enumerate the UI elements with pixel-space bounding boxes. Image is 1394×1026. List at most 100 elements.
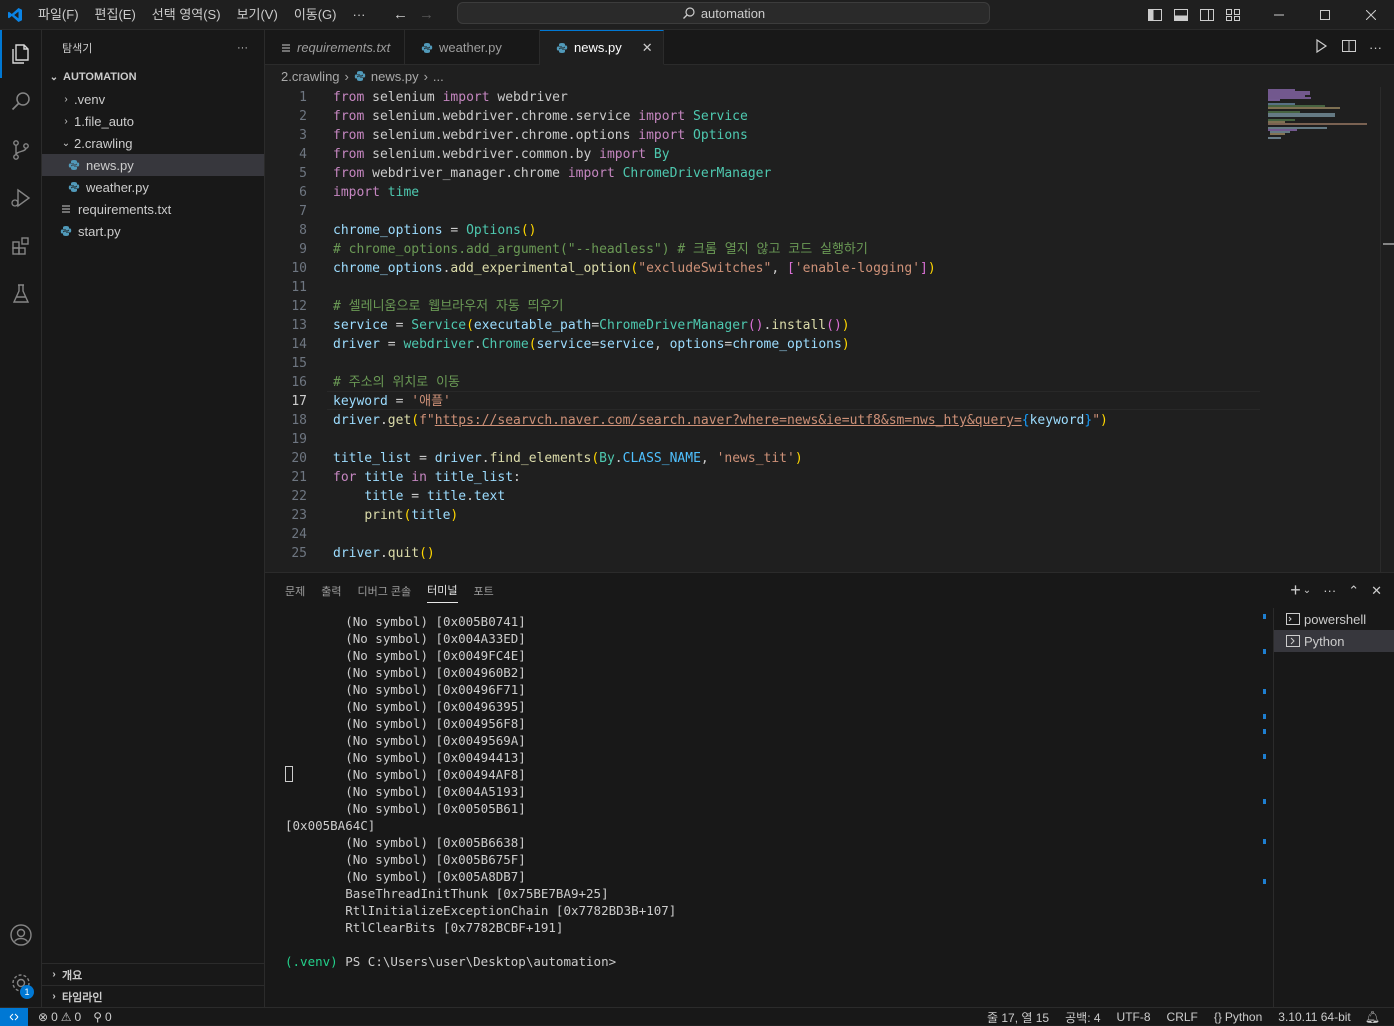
code-line[interactable]: 20 title_list = driver.find_elements(By.C…	[265, 449, 1260, 468]
line-ending[interactable]: CRLF	[1159, 1010, 1206, 1024]
menu-selection[interactable]: 선택 영역(S)	[144, 0, 229, 30]
terminal-line: (No symbol) [0x004A5193]	[285, 784, 526, 799]
search-view-icon[interactable]	[0, 78, 42, 126]
toggle-secondary-sidebar-icon[interactable]	[1194, 0, 1220, 30]
tab-weather-py[interactable]: weather.py	[405, 30, 540, 65]
code-line[interactable]: 4 from selenium.webdriver.common.by impor…	[265, 145, 1260, 164]
notifications-bell-icon[interactable]: 🔔︎	[1359, 1010, 1386, 1024]
code-line[interactable]: 22 title = title.text	[265, 487, 1260, 506]
file-news-py[interactable]: news.py	[42, 154, 264, 176]
more-actions-icon[interactable]: ···	[237, 42, 248, 54]
manage-gear-icon[interactable]: 1	[0, 959, 42, 1007]
code-editor[interactable]: 1 from selenium import webdriver 2 from sel…	[265, 87, 1394, 572]
terminal-output[interactable]: (No symbol) [0x005B0741] (No symbol) [0x…	[285, 613, 1255, 1003]
tab-debug-console[interactable]: 디버그 콘솔	[358, 573, 412, 608]
back-arrow-icon[interactable]: ←	[388, 6, 414, 23]
panel-more-icon[interactable]: ···	[1323, 583, 1336, 598]
code-line[interactable]: 23 print(title)	[265, 506, 1260, 525]
menu-file[interactable]: 파일(F)	[30, 0, 87, 30]
problems-status[interactable]: ⊗ 0 ⚠ 0	[32, 1010, 87, 1024]
new-terminal-icon[interactable]: +	[1290, 580, 1301, 601]
indentation[interactable]: 공백: 4	[1057, 1009, 1108, 1026]
chevron-down-icon[interactable]: ⌄	[1303, 585, 1311, 596]
close-tab-icon[interactable]: ✕	[642, 40, 653, 56]
tab-requirements-txt[interactable]: requirements.txt	[265, 30, 405, 65]
python-file-icon	[66, 159, 82, 171]
tab-problems[interactable]: 문제	[285, 573, 305, 608]
remote-indicator-icon[interactable]	[0, 1007, 28, 1026]
folder-crawling[interactable]: ⌄ 2.crawling	[42, 132, 264, 154]
code-line[interactable]: 1 from selenium import webdriver	[265, 88, 1260, 107]
file-start-py[interactable]: start.py	[42, 220, 264, 242]
code-line[interactable]: 12 # 셀레니움으로 웹브라우저 자동 띄우기	[265, 297, 1260, 316]
code-line[interactable]: 21 for title in title_list:	[265, 468, 1260, 487]
folder-venv[interactable]: › .venv	[42, 88, 264, 110]
code-line[interactable]: 16 # 주소의 위치로 이동	[265, 373, 1260, 392]
breadcrumb-file[interactable]: news.py	[371, 69, 419, 84]
close-window-icon[interactable]	[1348, 0, 1394, 30]
code-line[interactable]: 24	[265, 525, 1260, 544]
code-line[interactable]: 2 from selenium.webdriver.chrome.service …	[265, 107, 1260, 126]
source-control-icon[interactable]	[0, 126, 42, 174]
accounts-icon[interactable]	[0, 911, 42, 959]
menu-more[interactable]: ···	[345, 0, 374, 30]
run-debug-icon[interactable]	[0, 174, 42, 222]
tab-output[interactable]: 출력	[321, 573, 341, 608]
maximize-panel-icon[interactable]: ⌃	[1348, 583, 1359, 599]
tab-terminal[interactable]: 터미널	[427, 579, 458, 603]
timeline-section[interactable]: › 타임라인	[42, 985, 265, 1007]
extensions-icon[interactable]	[0, 222, 42, 270]
code-line[interactable]: 25 driver.quit()	[265, 544, 1260, 563]
terminal-item-python[interactable]: Python	[1274, 630, 1394, 652]
code-line[interactable]: 13 service = Service(executable_path=Chro…	[265, 316, 1260, 335]
code-line[interactable]: 6 import time	[265, 183, 1260, 202]
code-token: .	[614, 451, 623, 466]
maximize-icon[interactable]	[1302, 0, 1348, 30]
run-python-icon[interactable]	[1313, 38, 1329, 57]
command-center-search[interactable]: automation	[457, 2, 990, 24]
split-editor-icon[interactable]	[1341, 38, 1357, 57]
terminal-item-powershell[interactable]: powershell	[1274, 608, 1394, 630]
outline-section[interactable]: › 개요	[42, 963, 265, 985]
menu-edit[interactable]: 편집(E)	[87, 0, 144, 30]
cursor-position[interactable]: 줄 17, 열 15	[979, 1009, 1057, 1026]
workspace-root[interactable]: ⌄ AUTOMATION	[42, 66, 264, 88]
code-line[interactable]: 11	[265, 278, 1260, 297]
menu-go[interactable]: 이동(G)	[286, 0, 345, 30]
language-mode[interactable]: {} Python	[1206, 1010, 1270, 1024]
code-line[interactable]: 18 driver.get(f"https://searvch.naver.com…	[265, 411, 1260, 430]
explorer-icon[interactable]	[0, 30, 42, 78]
code-line[interactable]: 9 # chrome_options.add_argument("--headle…	[265, 240, 1260, 259]
breadcrumb-folder[interactable]: 2.crawling	[281, 69, 340, 84]
toggle-primary-sidebar-icon[interactable]	[1142, 0, 1168, 30]
menu-view[interactable]: 보기(V)	[229, 0, 286, 30]
minimize-icon[interactable]	[1256, 0, 1302, 30]
code-line[interactable]: 14 driver = webdriver.Chrome(service=serv…	[265, 335, 1260, 354]
breadcrumb-symbol[interactable]: ...	[433, 69, 444, 84]
code-line[interactable]: 19	[265, 430, 1260, 449]
customize-layout-icon[interactable]	[1220, 0, 1246, 30]
code-line[interactable]: 15	[265, 354, 1260, 373]
tab-ports[interactable]: 포트	[474, 573, 494, 608]
editor-scrollbar[interactable]	[1380, 87, 1394, 572]
python-interpreter[interactable]: 3.10.11 64-bit	[1270, 1010, 1359, 1024]
forward-arrow-icon[interactable]: →	[414, 6, 440, 23]
code-line[interactable]: 7	[265, 202, 1260, 221]
tab-news-py[interactable]: news.py ✕	[540, 30, 664, 65]
folder-file-auto[interactable]: › 1.file_auto	[42, 110, 264, 132]
warning-count: 0	[74, 1009, 82, 1024]
ports-status[interactable]: ⚲ 0	[87, 1010, 117, 1024]
editor-more-icon[interactable]: ···	[1369, 40, 1382, 55]
code-line[interactable]: 3 from selenium.webdriver.chrome.options …	[265, 126, 1260, 145]
file-weather-py[interactable]: weather.py	[42, 176, 264, 198]
minimap[interactable]	[1265, 87, 1375, 147]
encoding[interactable]: UTF-8	[1109, 1010, 1159, 1024]
code-line[interactable]: 8 chrome_options = Options()	[265, 221, 1260, 240]
testing-flask-icon[interactable]	[0, 270, 42, 318]
close-panel-icon[interactable]: ✕	[1371, 583, 1382, 599]
file-requirements-txt[interactable]: requirements.txt	[42, 198, 264, 220]
code-line[interactable]: 17 keyword = '애플'	[265, 392, 1260, 411]
toggle-panel-icon[interactable]	[1168, 0, 1194, 30]
code-line[interactable]: 5 from webdriver_manager.chrome import Ch…	[265, 164, 1260, 183]
code-line[interactable]: 10 chrome_options.add_experimental_option…	[265, 259, 1260, 278]
